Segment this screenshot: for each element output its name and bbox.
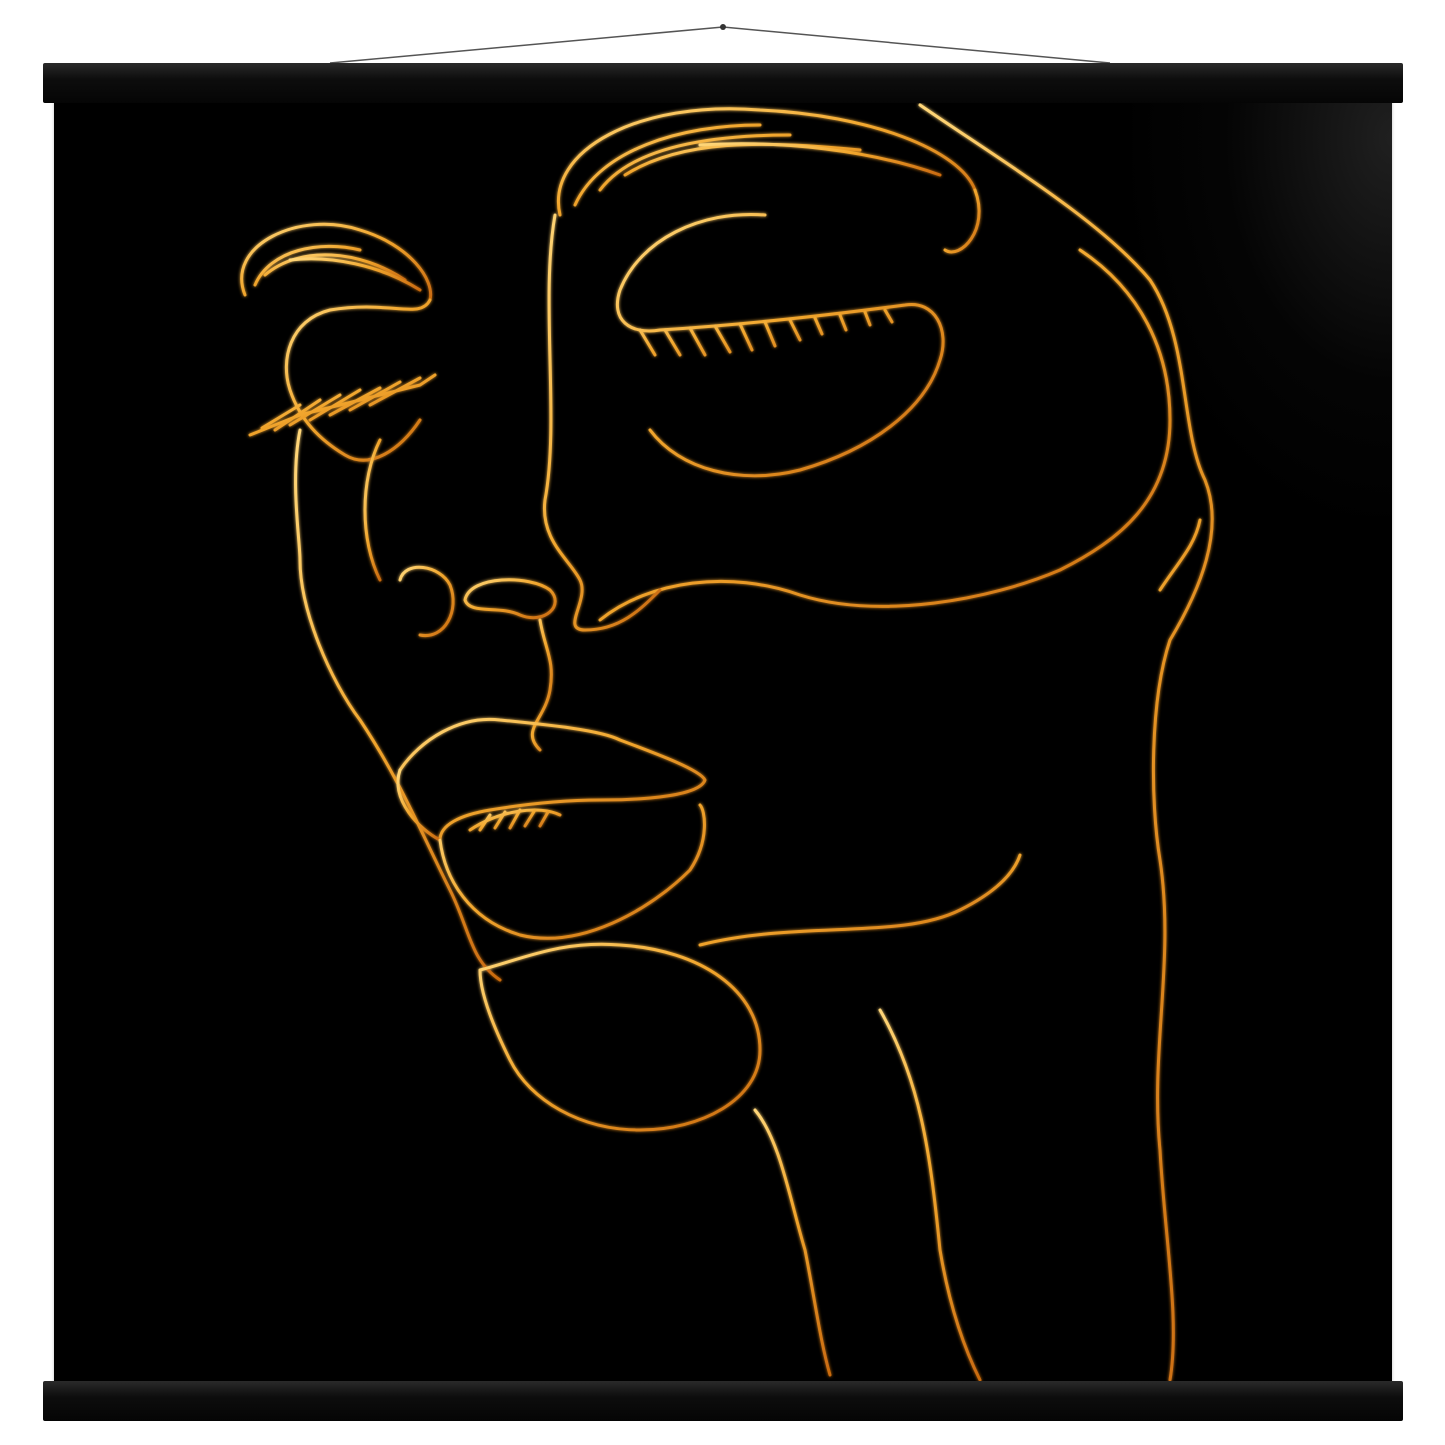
neck <box>753 1008 982 1382</box>
poster-scene <box>0 0 1445 1445</box>
bottom-wooden-hanger <box>43 1381 1403 1421</box>
right-closed-eye <box>615 212 945 478</box>
left-eyebrow <box>240 222 433 302</box>
face-contour <box>918 103 1214 1382</box>
cheekbone-line <box>598 248 1172 622</box>
left-closed-eye <box>248 298 437 462</box>
chin <box>478 853 1022 1132</box>
nose <box>363 213 662 752</box>
left-cheek-contour <box>294 428 502 982</box>
gold-face-line-art <box>240 103 1214 1382</box>
lips <box>396 717 707 940</box>
top-wooden-hanger <box>43 63 1403 103</box>
right-eyebrow <box>557 107 977 217</box>
